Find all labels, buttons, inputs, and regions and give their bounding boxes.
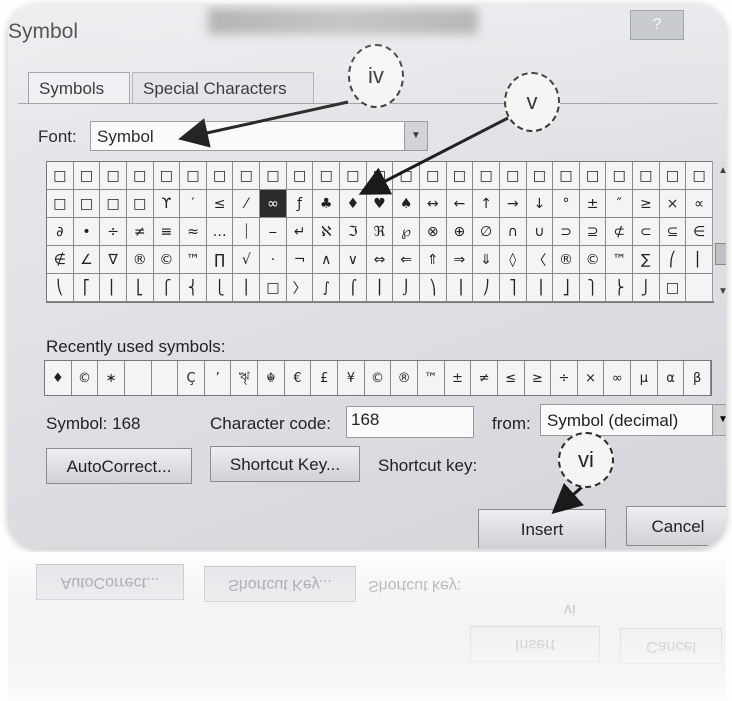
arrow-iv	[178, 100, 349, 148]
arrow-v	[358, 116, 509, 195]
callout-iv: iv	[348, 44, 404, 108]
screenshot-stage: Symbol ? Symbols Special Characters Font…	[0, 0, 732, 701]
photo-reflection: AutoCorrect... Shortcut Key... Shortcut …	[8, 552, 726, 701]
callout-vi: vi	[558, 432, 614, 488]
callout-v: v	[504, 72, 560, 132]
arrow-vi	[551, 482, 584, 514]
symbol-dialog: Symbol ? Symbols Special Characters Font…	[8, 4, 726, 548]
